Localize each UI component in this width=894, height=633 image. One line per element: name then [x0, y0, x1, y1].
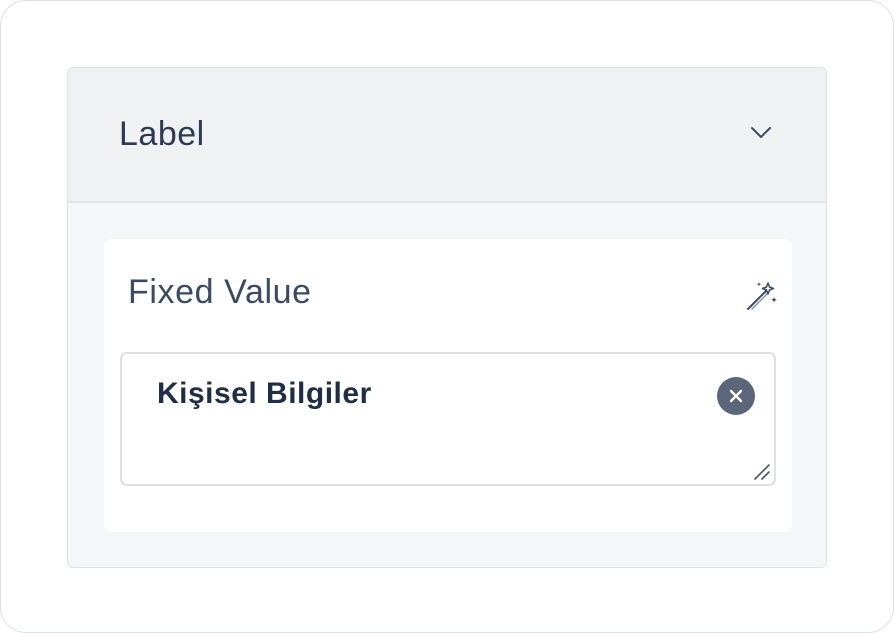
fixed-value-textarea[interactable]: Kişisel Bilgiler: [120, 352, 776, 486]
panel-title: Label: [119, 115, 205, 153]
chevron-down-icon[interactable]: [750, 126, 772, 140]
label-panel: Label Fixed Value Kişisel Bilgiler: [67, 67, 827, 568]
clear-icon[interactable]: [717, 377, 755, 415]
fixed-value-card: Fixed Value Kişisel Bilgiler: [104, 239, 792, 532]
modal-frame: Label Fixed Value Kişisel Bilgiler: [0, 0, 894, 633]
fixed-value-label: Fixed Value: [128, 273, 312, 311]
magic-wand-icon[interactable]: [744, 279, 778, 313]
resize-handle-icon[interactable]: [751, 461, 771, 481]
panel-header[interactable]: Label: [68, 68, 826, 203]
textarea-value: Kişisel Bilgiler: [157, 377, 372, 410]
